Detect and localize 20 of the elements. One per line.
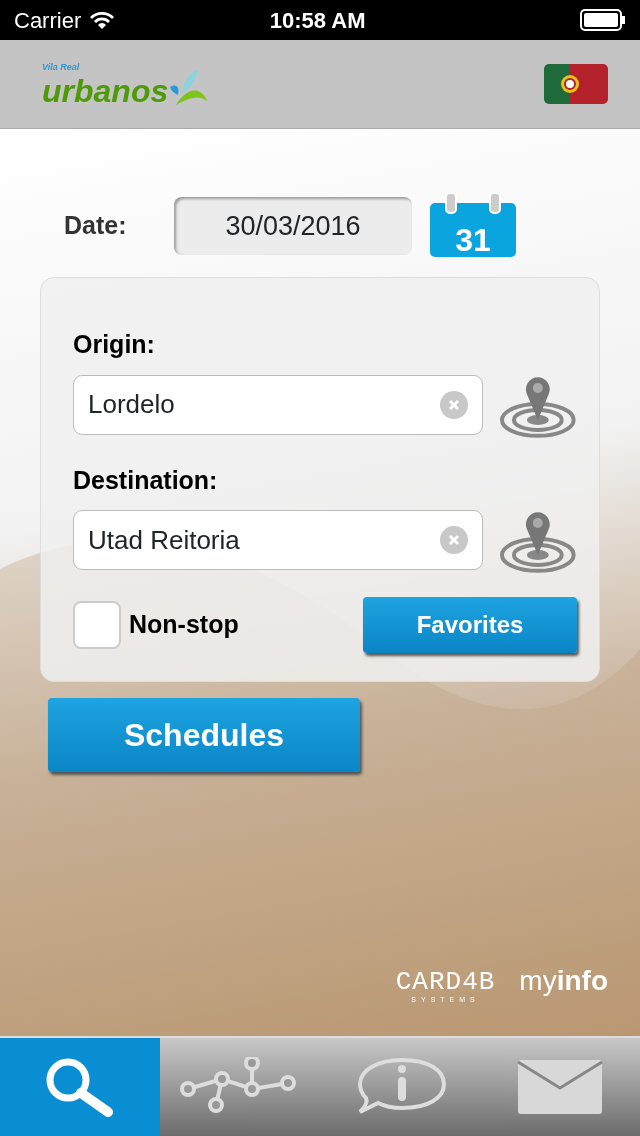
field-label: Origin: — [73, 329, 156, 360]
battery-icon — [580, 9, 626, 31]
location-field[interactable]: Lordelo — [73, 374, 484, 435]
date-field[interactable]: 30/03/2016 — [174, 197, 412, 255]
field-label: Destination: — [73, 464, 219, 496]
clock-time: 10:58 AM — [269, 6, 366, 35]
brand-logo-text: CARD4B — [395, 968, 496, 995]
date-label: Date: — [64, 210, 128, 242]
myinfo-logo: myinfo — [519, 964, 608, 998]
bird-icon — [168, 68, 209, 107]
checkbox-label: Non-stop — [129, 609, 239, 641]
tab[interactable] — [0, 1038, 160, 1136]
flag-icon[interactable] — [544, 64, 608, 104]
mail-icon — [516, 1058, 604, 1116]
checkbox[interactable] — [73, 601, 121, 649]
location-field[interactable]: Utad Reitoria — [73, 510, 484, 570]
logo-subtitle: Vila Real — [42, 61, 81, 75]
wifi-icon — [89, 10, 116, 30]
carrier-name: Carrier — [14, 6, 82, 35]
logo-text: urbanos — [42, 74, 169, 107]
